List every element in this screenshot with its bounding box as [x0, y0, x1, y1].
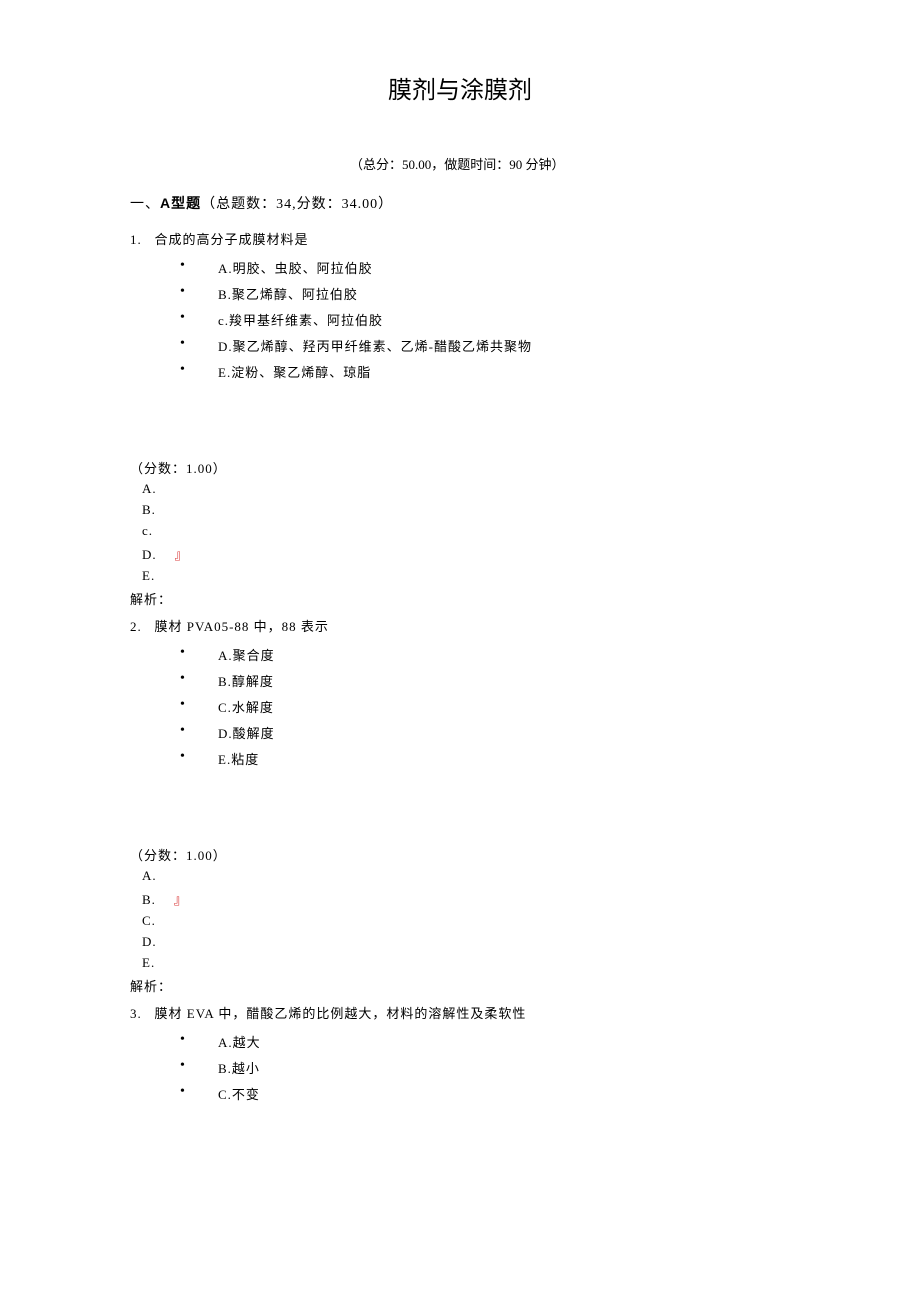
option-item: A.明胶、虫胶、阿拉伯胶: [180, 258, 790, 277]
correct-mark-icon: 』: [174, 892, 188, 907]
option-list: A.聚合度 B.醇解度 C.水解度 D.酸解度 E.粘度: [180, 645, 790, 768]
question-stem: 2. 膜材 PVA05-88 中，88 表示: [130, 616, 790, 635]
answer-letter: B.: [142, 892, 156, 907]
answer-row: E.: [142, 568, 790, 584]
option-item: B.越小: [180, 1058, 790, 1077]
option-item: B.聚乙烯醇、阿拉伯胶: [180, 284, 790, 303]
section-type: A型题: [160, 195, 201, 211]
question-text: 合成的高分子成膜材料是: [155, 232, 309, 247]
question-number: 1.: [130, 232, 142, 247]
question-number: 2.: [130, 619, 142, 634]
answer-row: D.: [142, 934, 790, 950]
question-score: （分数：1.00）: [130, 845, 790, 864]
answer-row: A.: [142, 481, 790, 497]
section-prefix: 一、: [130, 197, 160, 212]
answer-list: A. B. c. D. 』 E.: [142, 481, 790, 584]
option-item: A.聚合度: [180, 645, 790, 664]
option-item: E.淀粉、聚乙烯醇、琼脂: [180, 362, 790, 381]
section-heading: 一、A型题（总题数：34,分数：34.00）: [130, 193, 790, 213]
question-stem: 1. 合成的高分子成膜材料是: [130, 229, 790, 248]
question-score: （分数：1.00）: [130, 458, 790, 477]
answer-letter: D.: [142, 547, 157, 562]
option-item: B.醇解度: [180, 671, 790, 690]
answer-row: E.: [142, 955, 790, 971]
option-list: A.越大 B.越小 C.不变: [180, 1032, 790, 1103]
analysis-label: 解析：: [130, 976, 790, 995]
option-list: A.明胶、虫胶、阿拉伯胶 B.聚乙烯醇、阿拉伯胶 c.羧甲基纤维素、阿拉伯胶 D…: [180, 258, 790, 381]
answer-row: C.: [142, 913, 790, 929]
option-item: E.粘度: [180, 749, 790, 768]
page-title: 膜剂与涂膜剂: [130, 70, 790, 105]
analysis-label: 解析：: [130, 589, 790, 608]
answer-row: c.: [142, 523, 790, 539]
option-item: C.水解度: [180, 697, 790, 716]
option-item: A.越大: [180, 1032, 790, 1051]
option-item: D.酸解度: [180, 723, 790, 742]
section-rest: （总题数：34,分数：34.00）: [201, 197, 393, 212]
option-item: D.聚乙烯醇、羟丙甲纤维素、乙烯-醋酸乙烯共聚物: [180, 336, 790, 355]
correct-mark-icon: 』: [175, 547, 189, 562]
answer-row: A.: [142, 868, 790, 884]
answer-row: D. 』: [142, 544, 790, 563]
exam-meta: （总分：50.00，做题时间：90 分钟）: [350, 155, 610, 175]
answer-list: A. B. 』 C. D. E.: [142, 868, 790, 971]
question-text: 膜材 EVA 中，醋酸乙烯的比例越大，材料的溶解性及柔软性: [155, 1006, 527, 1021]
question-stem: 3. 膜材 EVA 中，醋酸乙烯的比例越大，材料的溶解性及柔软性: [130, 1003, 790, 1022]
option-item: c.羧甲基纤维素、阿拉伯胶: [180, 310, 790, 329]
option-item: C.不变: [180, 1084, 790, 1103]
question-number: 3.: [130, 1006, 142, 1021]
answer-row: B. 』: [142, 889, 790, 908]
question-text: 膜材 PVA05-88 中，88 表示: [155, 619, 329, 634]
answer-row: B.: [142, 502, 790, 518]
